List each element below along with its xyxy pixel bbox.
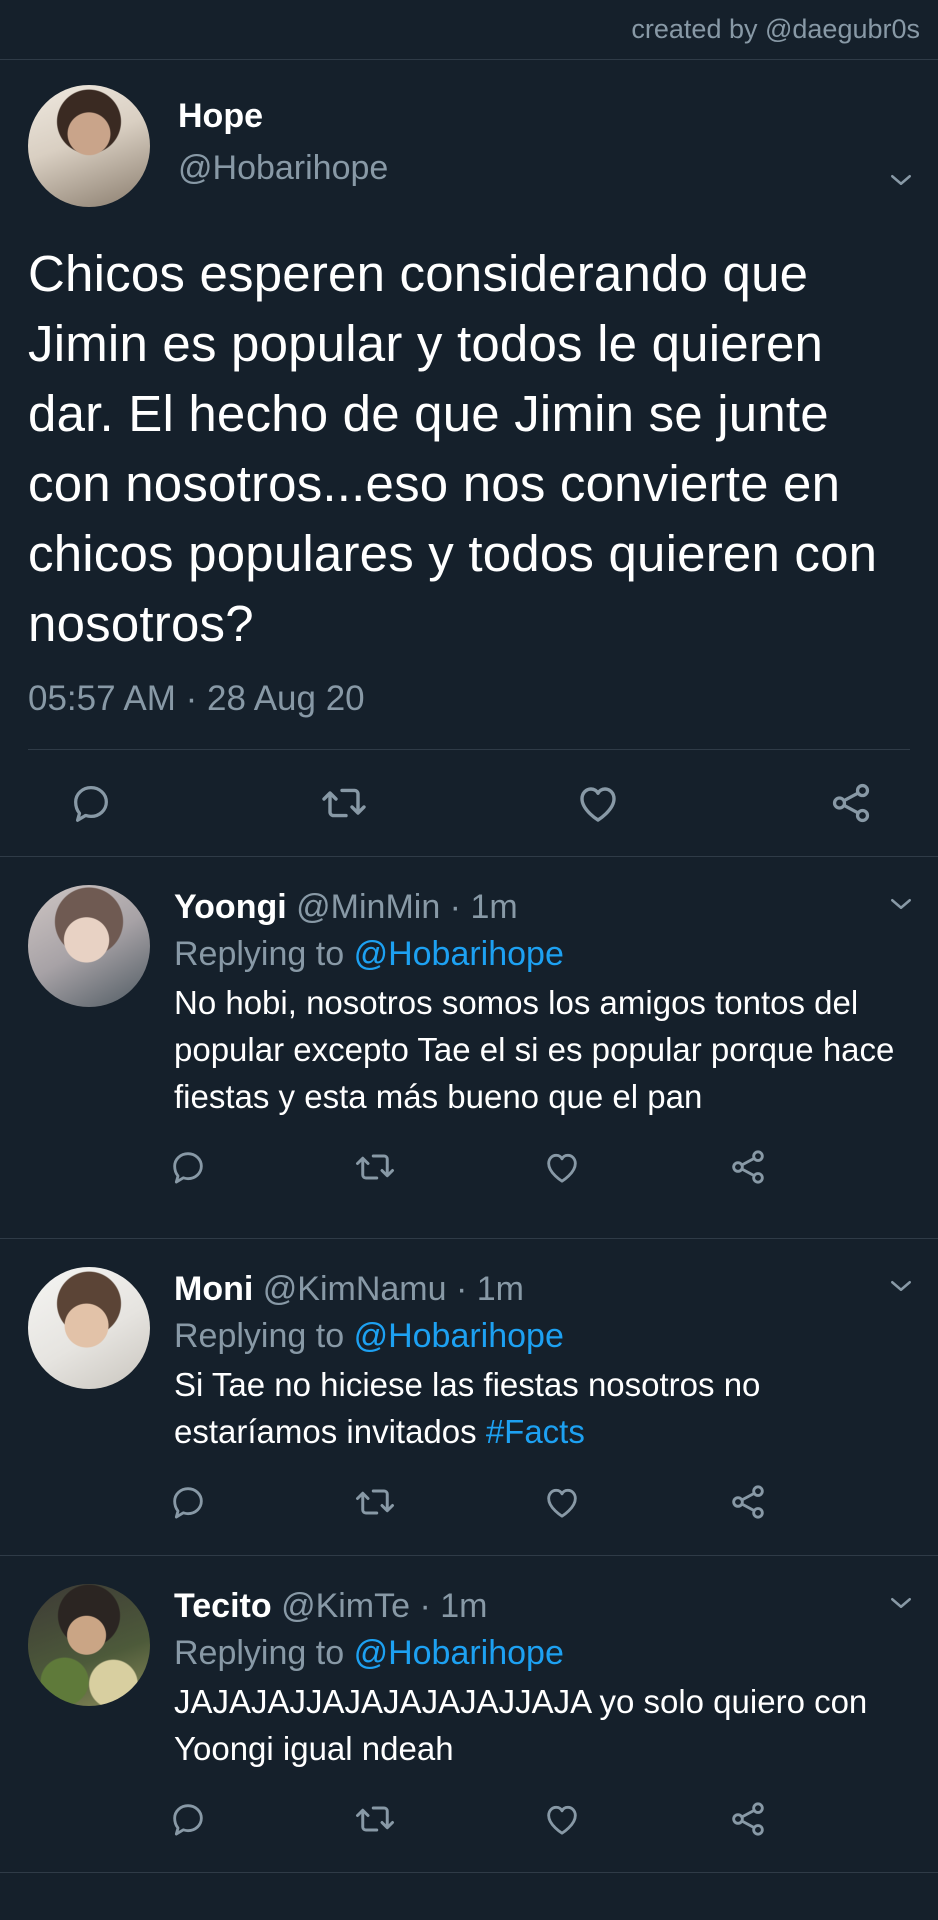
tweet-text: Chicos esperen considerando que Jimin es… bbox=[28, 245, 878, 652]
reply-action-bar bbox=[168, 1132, 768, 1202]
replying-to: Replying to @Hobarihope bbox=[174, 929, 910, 979]
reply-text-content: JAJAJAJJAJAJAJAJAJJAJA yo solo quiero co… bbox=[174, 1683, 868, 1767]
reply-tweet[interactable]: Yoongi @MinMin · 1m Replying to @Hobarih… bbox=[0, 857, 938, 1238]
chevron-down-icon[interactable] bbox=[886, 1271, 916, 1301]
hashtag-link[interactable]: #Facts bbox=[486, 1413, 585, 1450]
share-icon[interactable] bbox=[728, 1147, 768, 1187]
mention-link[interactable]: @Hobarihope bbox=[354, 1317, 564, 1355]
credit-text: created by @daegubr0s bbox=[631, 14, 920, 44]
heart-icon[interactable] bbox=[574, 779, 622, 827]
reply-body: Moni @KimNamu · 1m Replying to @Hobariho… bbox=[174, 1267, 910, 1555]
display-name[interactable]: Hope bbox=[178, 94, 388, 138]
replying-to: Replying to @Hobarihope bbox=[174, 1628, 910, 1678]
retweet-icon[interactable] bbox=[354, 1798, 396, 1840]
replying-to: Replying to @Hobarihope bbox=[174, 1311, 910, 1361]
handle-and-time[interactable]: @KimNamu · 1m bbox=[263, 1270, 524, 1308]
display-name[interactable]: Yoongi bbox=[174, 888, 287, 926]
reply-text: No hobi, nosotros somos los amigos tonto… bbox=[174, 979, 910, 1120]
reply-header: Yoongi @MinMin · 1m bbox=[174, 885, 910, 929]
reply-body: Tecito @KimTe · 1m Replying to @Hobariho… bbox=[174, 1584, 910, 1872]
reply-action-bar bbox=[168, 1784, 768, 1854]
chevron-down-icon[interactable] bbox=[886, 889, 916, 919]
share-icon[interactable] bbox=[828, 780, 874, 826]
main-action-bar bbox=[0, 750, 938, 856]
reply-text-content: No hobi, nosotros somos los amigos tonto… bbox=[174, 984, 895, 1115]
divider bbox=[28, 749, 910, 750]
mention-link[interactable]: @Hobarihope bbox=[354, 935, 564, 973]
replying-label: Replying to bbox=[174, 935, 345, 973]
reply-text: Si Tae no hiciese las fiestas nosotros n… bbox=[174, 1361, 910, 1455]
retweet-icon[interactable] bbox=[354, 1481, 396, 1523]
share-icon[interactable] bbox=[728, 1482, 768, 1522]
header-bar: created by @daegubr0s bbox=[0, 0, 938, 60]
reply-body: Yoongi @MinMin · 1m Replying to @Hobarih… bbox=[174, 885, 910, 1238]
heart-icon[interactable] bbox=[542, 1147, 582, 1187]
reply-action-bar bbox=[168, 1467, 768, 1537]
retweet-icon[interactable] bbox=[320, 779, 368, 827]
avatar[interactable] bbox=[28, 1584, 150, 1706]
display-name[interactable]: Moni bbox=[174, 1270, 253, 1308]
chevron-down-icon[interactable] bbox=[886, 165, 916, 195]
replying-label: Replying to bbox=[174, 1634, 345, 1672]
reply-icon[interactable] bbox=[168, 1482, 208, 1522]
avatar[interactable] bbox=[28, 85, 150, 207]
reply-text-content: Si Tae no hiciese las fiestas nosotros n… bbox=[174, 1366, 761, 1450]
heart-icon[interactable] bbox=[542, 1482, 582, 1522]
reply-header: Tecito @KimTe · 1m bbox=[174, 1584, 910, 1628]
avatar[interactable] bbox=[28, 1267, 150, 1389]
reply-icon[interactable] bbox=[168, 1147, 208, 1187]
avatar[interactable] bbox=[28, 885, 150, 1007]
reply-header: Moni @KimNamu · 1m bbox=[174, 1267, 910, 1311]
reply-tweet[interactable]: Moni @KimNamu · 1m Replying to @Hobariho… bbox=[0, 1239, 938, 1555]
reply-tweet[interactable]: Tecito @KimTe · 1m Replying to @Hobariho… bbox=[0, 1556, 938, 1872]
reply-text: JAJAJAJJAJAJAJAJAJJAJA yo solo quiero co… bbox=[174, 1678, 910, 1772]
main-tweet: Hope @Hobarihope Chicos esperen consider… bbox=[0, 60, 938, 750]
reply-icon[interactable] bbox=[168, 1799, 208, 1839]
tweet-timestamp[interactable]: 05:57 AM · 28 Aug 20 bbox=[28, 679, 910, 719]
reply-icon[interactable] bbox=[68, 780, 114, 826]
user-handle[interactable]: @Hobarihope bbox=[178, 138, 388, 198]
chevron-down-icon[interactable] bbox=[886, 1588, 916, 1618]
heart-icon[interactable] bbox=[542, 1799, 582, 1839]
display-name[interactable]: Tecito bbox=[174, 1587, 272, 1625]
handle-and-time[interactable]: @KimTe · 1m bbox=[281, 1587, 487, 1625]
replying-label: Replying to bbox=[174, 1317, 345, 1355]
handle-and-time[interactable]: @MinMin · 1m bbox=[296, 888, 518, 926]
main-author-names: Hope @Hobarihope bbox=[178, 94, 388, 198]
retweet-icon[interactable] bbox=[354, 1146, 396, 1188]
main-author-row: Hope @Hobarihope bbox=[28, 85, 910, 207]
share-icon[interactable] bbox=[728, 1799, 768, 1839]
divider bbox=[0, 1872, 938, 1873]
mention-link[interactable]: @Hobarihope bbox=[354, 1634, 564, 1672]
